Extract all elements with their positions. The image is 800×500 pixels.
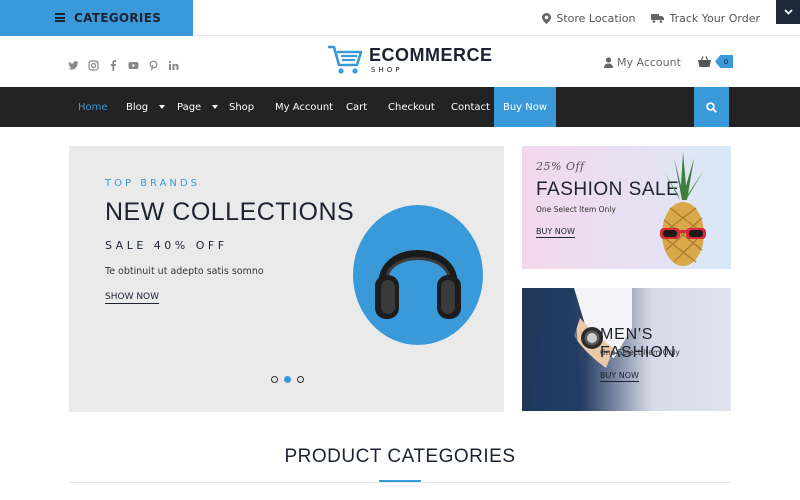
my-account-link[interactable]: My Account <box>604 56 681 69</box>
store-location-label: Store Location <box>556 11 636 25</box>
youtube-icon[interactable] <box>128 56 139 69</box>
site-logo[interactable]: ECOMMERCE SHOP <box>327 44 493 76</box>
search-icon <box>706 101 717 113</box>
logo-word: ECOMMERCE <box>369 45 493 65</box>
promo-buy-now-link[interactable]: BUY NOW <box>536 227 575 238</box>
section-divider <box>69 482 731 483</box>
top-bar: CATEGORIES Store Location Track Your Ord… <box>0 0 800 36</box>
nav-item-page[interactable]: Page <box>177 87 201 127</box>
promo-description: One Select Item Only <box>536 205 616 214</box>
cart-count-badge: 0 <box>715 55 733 68</box>
categories-label: CATEGORIES <box>74 11 162 25</box>
site-header: ECOMMERCE SHOP My Account 0 <box>0 36 800 88</box>
page-caret-down-icon[interactable] <box>212 105 218 109</box>
buy-now-button[interactable]: Buy Now <box>494 87 556 127</box>
my-account-label: My Account <box>617 56 681 69</box>
nav-item-contact[interactable]: Contact <box>451 87 490 127</box>
hero-eyebrow: TOP BRANDS <box>105 178 200 189</box>
pinterest-icon[interactable] <box>148 56 159 71</box>
hero-image-circle <box>353 205 483 345</box>
hero-description: Te obtinuit ut adepto satis somno <box>105 266 264 277</box>
facebook-icon[interactable] <box>108 56 119 71</box>
track-order-label: Track Your Order <box>669 11 760 25</box>
nav-item-blog[interactable]: Blog <box>126 87 148 127</box>
search-button[interactable] <box>694 87 729 127</box>
slider-dots <box>271 376 304 383</box>
map-pin-icon <box>542 12 552 24</box>
user-icon <box>604 57 613 68</box>
slider-dot[interactable] <box>297 376 304 383</box>
nav-item-cart[interactable]: Cart <box>346 87 367 127</box>
main-nav: Home Blog Page Shop My Account Cart Chec… <box>0 87 800 127</box>
section-title: PRODUCT CATEGORIES <box>284 446 516 467</box>
chevron-down-icon <box>783 9 793 15</box>
cart-button[interactable]: 0 <box>698 55 733 68</box>
nav-item-checkout[interactable]: Checkout <box>388 87 435 127</box>
store-location-link[interactable]: Store Location <box>542 12 635 25</box>
track-order-link[interactable]: Track Your Order <box>651 12 760 25</box>
promo-buy-now-link[interactable]: BUY NOW <box>600 371 639 382</box>
nav-item-my-account[interactable]: My Account <box>275 87 333 127</box>
hero-show-now-link[interactable]: SHOW NOW <box>105 292 160 304</box>
blog-caret-down-icon[interactable] <box>159 105 165 109</box>
promo-description: One Select Item Only <box>600 348 680 357</box>
pineapple-with-sunglasses-image <box>660 152 706 266</box>
shopping-cart-logo-icon <box>328 45 363 74</box>
hero-slider: TOP BRANDS NEW COLLECTIONS SALE 40% OFF … <box>69 146 504 412</box>
twitter-icon[interactable] <box>68 56 79 70</box>
promo-banner-fashion-sale[interactable]: 25% Off FASHION SALE One Select Item Onl… <box>522 146 731 269</box>
slider-dot-active[interactable] <box>284 376 291 383</box>
nav-item-shop[interactable]: Shop <box>229 87 254 127</box>
instagram-icon[interactable] <box>88 56 99 71</box>
section-accent-bar <box>379 480 421 482</box>
menu-icon <box>55 13 65 22</box>
hero-title: NEW COLLECTIONS <box>105 198 355 226</box>
social-links <box>68 56 179 71</box>
categories-button[interactable]: CATEGORIES <box>0 0 193 36</box>
headphones-image <box>375 250 461 319</box>
hero-sale-text: SALE 40% OFF <box>105 239 228 252</box>
nav-item-home[interactable]: Home <box>78 87 108 127</box>
promo-banner-mens-fashion[interactable]: MEN'S FASHION One Select Item Only BUY N… <box>522 288 731 411</box>
dropdown-toggle[interactable] <box>776 0 800 24</box>
top-links: Store Location Track Your Order <box>542 0 760 36</box>
linkedin-icon[interactable] <box>168 56 179 70</box>
promo-discount-text: 25% Off <box>536 160 585 173</box>
logo-subtitle: SHOP <box>371 66 403 74</box>
truck-icon <box>651 14 665 23</box>
basket-icon <box>698 56 711 67</box>
logo-text: ECOMMERCE SHOP <box>369 46 493 74</box>
slider-dot[interactable] <box>271 376 278 383</box>
